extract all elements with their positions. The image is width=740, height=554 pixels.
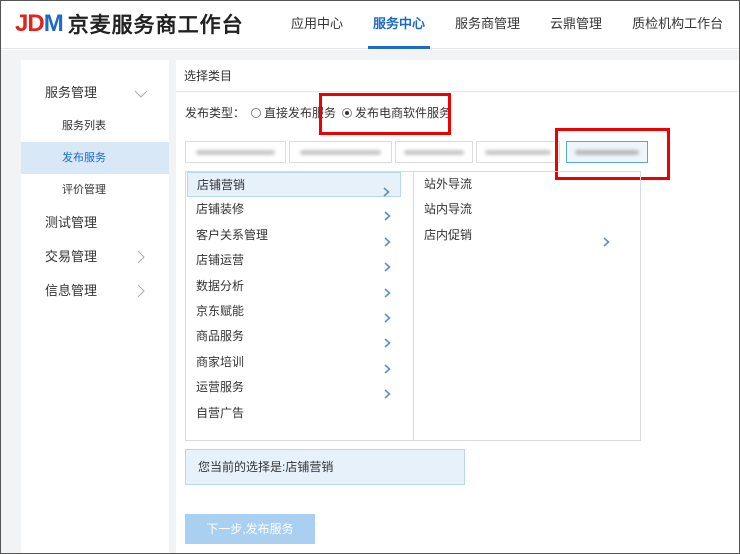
chevron-right-icon: [384, 307, 391, 323]
publish-type-label: 发布类型：: [185, 106, 246, 120]
category-label: 客户关系管理: [196, 227, 269, 242]
subcategory-list: 站外导流站内导流店内促销: [414, 172, 640, 440]
category-label: 商家培训: [196, 354, 245, 369]
nav-service-center[interactable]: 服务中心: [358, 1, 440, 49]
category-item[interactable]: 运营服务: [186, 375, 413, 400]
sidebar-item-publish-service[interactable]: 发布服务: [21, 142, 169, 174]
subcategory-item[interactable]: 站外导流: [414, 172, 640, 197]
category-tab[interactable]: [185, 141, 286, 163]
sidebar: 服务管理 服务列表 发布服务 评价管理 测试管理 交易管理 信息管理: [21, 60, 169, 553]
section-title: 选择类目: [176, 60, 739, 92]
chevron-right-icon: [384, 383, 391, 399]
category-item[interactable]: 自营广告: [186, 401, 413, 426]
chevron-right-icon: [137, 274, 147, 308]
chevron-right-icon: [137, 240, 147, 274]
category-panel: 店铺营销店铺装修客户关系管理 店铺运营数据分析京东赋能商品服务商家培训运营服务自营…: [185, 171, 641, 441]
sidebar-group-label: 服务管理: [45, 85, 98, 100]
subcategory-item[interactable]: 店内促销: [414, 223, 640, 248]
category-item[interactable]: 商家培训: [186, 350, 413, 375]
logo-title: 京麦服务商工作台: [67, 14, 244, 37]
radio-direct-publish[interactable]: [251, 107, 262, 118]
category-tab[interactable]: [476, 141, 560, 163]
chevron-down-icon: [134, 76, 148, 110]
category-tab[interactable]: [289, 141, 392, 163]
chevron-right-icon: [384, 256, 391, 272]
chevron-right-icon: [384, 282, 391, 298]
category-label: 自营广告: [196, 405, 245, 420]
category-label: 商品服务: [196, 329, 245, 344]
chevron-right-icon: [603, 231, 610, 247]
logo-m: M: [43, 10, 64, 37]
chevron-right-icon: [384, 205, 391, 221]
sidebar-group-label: 信息管理: [45, 283, 98, 298]
next-publish-button[interactable]: 下一步,发布服务: [185, 514, 315, 544]
sidebar-group-service[interactable]: 服务管理: [21, 76, 169, 110]
chevron-right-icon: [384, 332, 391, 348]
top-nav: 应用中心 服务中心 服务商管理 云鼎管理 质检机构工作台: [276, 1, 738, 49]
category-label: 店铺营销: [197, 178, 246, 192]
nav-cloud-management[interactable]: 云鼎管理: [535, 1, 617, 49]
selection-summary: 您当前的选择是:店铺营销: [185, 449, 465, 485]
category-item[interactable]: 店铺装修: [186, 197, 413, 222]
app-logo[interactable]: JD M 京麦服务商工作台: [15, 9, 244, 39]
main-content: 选择类目 发布类型： 直接发布服务 发布电商软件服务 店铺营销 店铺装修 客户关系管…: [176, 60, 739, 553]
subcategory-label: 站外导流: [424, 177, 473, 191]
subcategory-label: 店内促销: [424, 227, 473, 242]
category-label: 店铺运营: [196, 253, 245, 268]
category-tab[interactable]: [395, 141, 473, 163]
top-header: JD M 京麦服务商工作台 应用中心 服务中心 服务商管理 云鼎管理 质检机构工作…: [1, 1, 739, 49]
category-label: 运营服务: [196, 380, 245, 395]
sidebar-item-service-list[interactable]: 服务列表: [21, 110, 169, 142]
category-label: 数据分析: [196, 278, 245, 293]
sidebar-group-trade[interactable]: 交易管理: [21, 240, 169, 274]
chevron-right-icon: [384, 231, 391, 247]
chevron-right-icon: [383, 181, 390, 197]
category-item[interactable]: 店铺运营: [186, 248, 413, 273]
nav-provider-management[interactable]: 服务商管理: [440, 1, 535, 49]
category-label: 店铺装修: [196, 202, 245, 217]
category-item[interactable]: 商品服务: [186, 324, 413, 349]
highlight-box-publish-type: [319, 93, 451, 135]
category-item[interactable]: 京东赋能: [186, 299, 413, 324]
category-list: 店铺营销店铺装修客户关系管理 店铺运营数据分析京东赋能商品服务商家培训运营服务自营…: [186, 172, 414, 440]
nav-inspection-workbench[interactable]: 质检机构工作台: [617, 1, 738, 49]
subcategory-item[interactable]: 站内导流: [414, 197, 640, 222]
sidebar-item-review-management[interactable]: 评价管理: [21, 174, 169, 206]
sidebar-group-test[interactable]: 测试管理: [21, 206, 169, 240]
sidebar-group-info[interactable]: 信息管理: [21, 274, 169, 308]
page-body: 服务管理 服务列表 发布服务 评价管理 测试管理 交易管理 信息管理 选择类目 …: [1, 50, 739, 553]
sidebar-group-label: 测试管理: [45, 215, 98, 230]
category-item[interactable]: 数据分析: [186, 274, 413, 299]
category-label: 京东赋能: [196, 303, 245, 318]
nav-app-center[interactable]: 应用中心: [276, 1, 358, 49]
category-item[interactable]: 店铺营销: [187, 172, 401, 198]
chevron-right-icon: [384, 358, 391, 374]
logo-jd: JD: [15, 10, 45, 37]
sidebar-group-label: 交易管理: [45, 249, 98, 264]
category-item[interactable]: 客户关系管理: [186, 223, 413, 248]
subcategory-label: 站内导流: [424, 202, 473, 217]
